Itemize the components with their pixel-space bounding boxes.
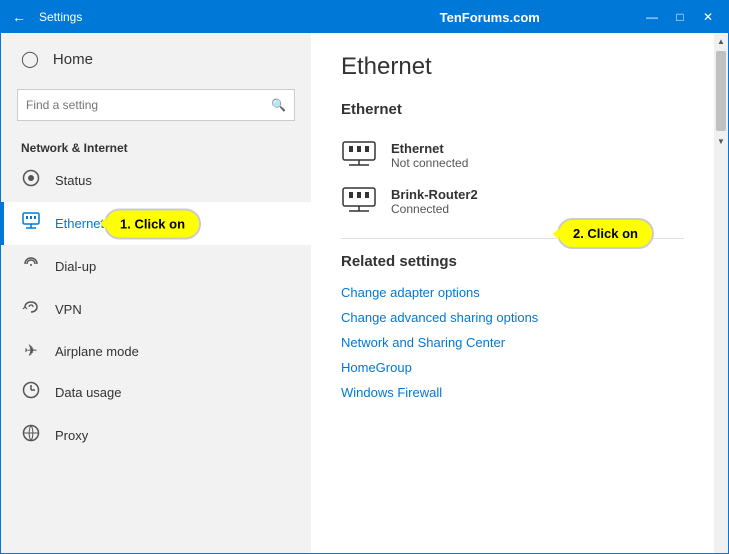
- sidebar-item-airplane-label: Airplane mode: [55, 344, 139, 359]
- search-input[interactable]: [26, 98, 271, 112]
- sidebar-item-vpn[interactable]: VPN: [1, 288, 311, 331]
- related-link-adapter[interactable]: Change adapter options: [341, 280, 684, 305]
- scrollbar[interactable]: ▲ ▼: [714, 33, 728, 553]
- main-panel: Ethernet Ethernet Ethernet Not c: [311, 33, 714, 553]
- sidebar-item-label: Status: [55, 173, 92, 188]
- vpn-icon: [21, 298, 41, 321]
- search-icon: 🔍: [271, 98, 286, 112]
- sidebar-item-vpn-label: VPN: [55, 302, 82, 317]
- ethernet-icon: [21, 212, 41, 235]
- proxy-icon: [21, 424, 41, 447]
- sidebar-item-datausage-label: Data usage: [55, 385, 122, 400]
- network-brink-name: Brink-Router2: [391, 187, 478, 202]
- scrollbar-up[interactable]: ▲: [714, 33, 728, 49]
- home-label: Home: [53, 51, 93, 68]
- home-icon: ◯: [21, 49, 39, 69]
- sidebar-item-proxy[interactable]: Proxy: [1, 414, 311, 457]
- sidebar-item-dialup-label: Dial-up: [55, 259, 96, 274]
- related-link-homegroup[interactable]: HomeGroup: [341, 355, 684, 380]
- callout-1: 1. Click on: [104, 208, 201, 239]
- network-brink-icon: [341, 186, 377, 216]
- window-controls: — □ ✕: [640, 5, 720, 29]
- search-box[interactable]: 🔍: [17, 89, 295, 121]
- network-ethernet-icon: [341, 140, 377, 170]
- sidebar-section-label: Network & Internet: [1, 133, 311, 159]
- network-status: Not connected: [391, 156, 468, 170]
- main-content: ◯ Home 🔍 Network & Internet Status: [1, 33, 728, 553]
- dialup-icon: [21, 255, 41, 278]
- window-title: Settings: [39, 10, 340, 24]
- scrollbar-thumb[interactable]: [716, 51, 726, 131]
- page-title: Ethernet: [341, 53, 684, 81]
- related-settings-title: Related settings: [341, 253, 684, 270]
- scrollbar-down[interactable]: ▼: [714, 133, 728, 149]
- sidebar-item-ethernet[interactable]: Ethernet 1. Click on: [1, 202, 311, 245]
- network-name: Ethernet: [391, 141, 468, 156]
- sidebar-home[interactable]: ◯ Home: [1, 33, 311, 85]
- network-item-ethernet[interactable]: Ethernet Not connected: [341, 132, 684, 178]
- sidebar: ◯ Home 🔍 Network & Internet Status: [1, 33, 311, 553]
- minimize-button[interactable]: —: [640, 5, 664, 29]
- back-button[interactable]: ←: [9, 9, 29, 25]
- networks-section-title: Ethernet: [341, 101, 684, 118]
- sidebar-item-proxy-label: Proxy: [55, 428, 88, 443]
- sidebar-item-airplane[interactable]: ✈ Airplane mode: [1, 331, 311, 371]
- sidebar-item-status[interactable]: Status: [1, 159, 311, 202]
- maximize-button[interactable]: □: [668, 5, 692, 29]
- titlebar: ← Settings TenForums.com — □ ✕: [1, 1, 728, 33]
- related-link-sharing[interactable]: Change advanced sharing options: [341, 305, 684, 330]
- sidebar-item-dialup[interactable]: Dial-up: [1, 245, 311, 288]
- network-info-ethernet: Ethernet Not connected: [391, 141, 468, 170]
- network-info-brink: Brink-Router2 Connected: [391, 187, 478, 216]
- status-icon: [21, 169, 41, 192]
- related-link-center[interactable]: Network and Sharing Center: [341, 330, 684, 355]
- sidebar-item-datausage[interactable]: Data usage: [1, 371, 311, 414]
- watermark: TenForums.com: [340, 10, 641, 25]
- airplane-icon: ✈: [21, 341, 41, 361]
- close-button[interactable]: ✕: [696, 5, 720, 29]
- datausage-icon: [21, 381, 41, 404]
- related-link-firewall[interactable]: Windows Firewall: [341, 380, 684, 405]
- callout-2: 2. Click on: [557, 218, 654, 249]
- network-brink-status: Connected: [391, 202, 478, 216]
- callout-2-container: 2. Click on: [557, 218, 654, 249]
- settings-window: ← Settings TenForums.com — □ ✕ ◯ Home 🔍 …: [0, 0, 729, 554]
